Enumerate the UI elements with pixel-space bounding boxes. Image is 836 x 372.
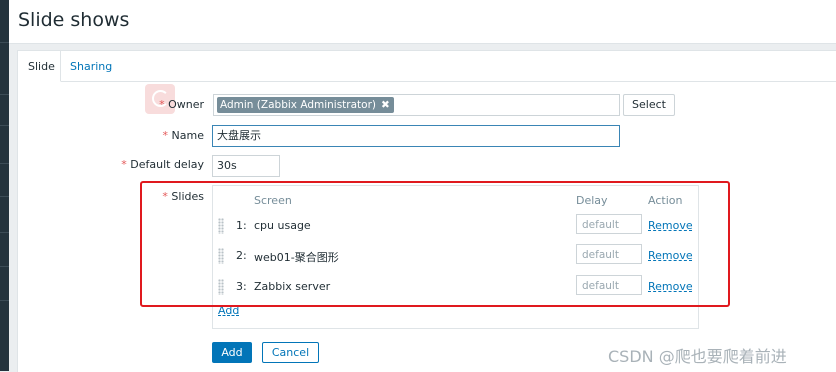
- name-label: * Name: [4, 129, 204, 142]
- watermark: CSDN @爬也要爬着前进: [608, 347, 787, 366]
- owner-label: * Owner: [4, 98, 204, 111]
- default-delay-input[interactable]: 30s: [212, 155, 280, 177]
- select-button[interactable]: Select: [623, 94, 675, 116]
- tab-slide[interactable]: Slide: [18, 51, 61, 82]
- page-header: Slide shows: [9, 0, 836, 44]
- owner-chip: Admin (Zabbix Administrator) ✖: [217, 97, 394, 113]
- left-sidebar: [0, 0, 9, 371]
- close-icon[interactable]: ✖: [381, 99, 390, 111]
- tab-slide-label: Slide: [28, 60, 55, 73]
- cancel-button[interactable]: Cancel: [262, 342, 319, 363]
- owner-multiselect[interactable]: Admin (Zabbix Administrator) ✖: [213, 94, 620, 116]
- owner-chip-label: Admin (Zabbix Administrator): [220, 99, 376, 111]
- required-mark: *: [159, 98, 165, 111]
- name-label-text: Name: [171, 129, 204, 142]
- highlight-box: [140, 181, 730, 307]
- add-button[interactable]: Add: [212, 342, 252, 363]
- required-mark: *: [121, 158, 127, 171]
- tab-sharing[interactable]: Sharing: [70, 60, 112, 73]
- default-delay-label: * Default delay: [4, 158, 204, 171]
- page-title: Slide shows: [18, 9, 130, 31]
- tab-bar: Slide Sharing: [18, 51, 836, 82]
- default-delay-label-text: Default delay: [130, 158, 204, 171]
- required-mark: *: [162, 129, 169, 142]
- owner-label-text: Owner: [168, 98, 204, 111]
- name-input[interactable]: 大盘展示: [212, 125, 620, 147]
